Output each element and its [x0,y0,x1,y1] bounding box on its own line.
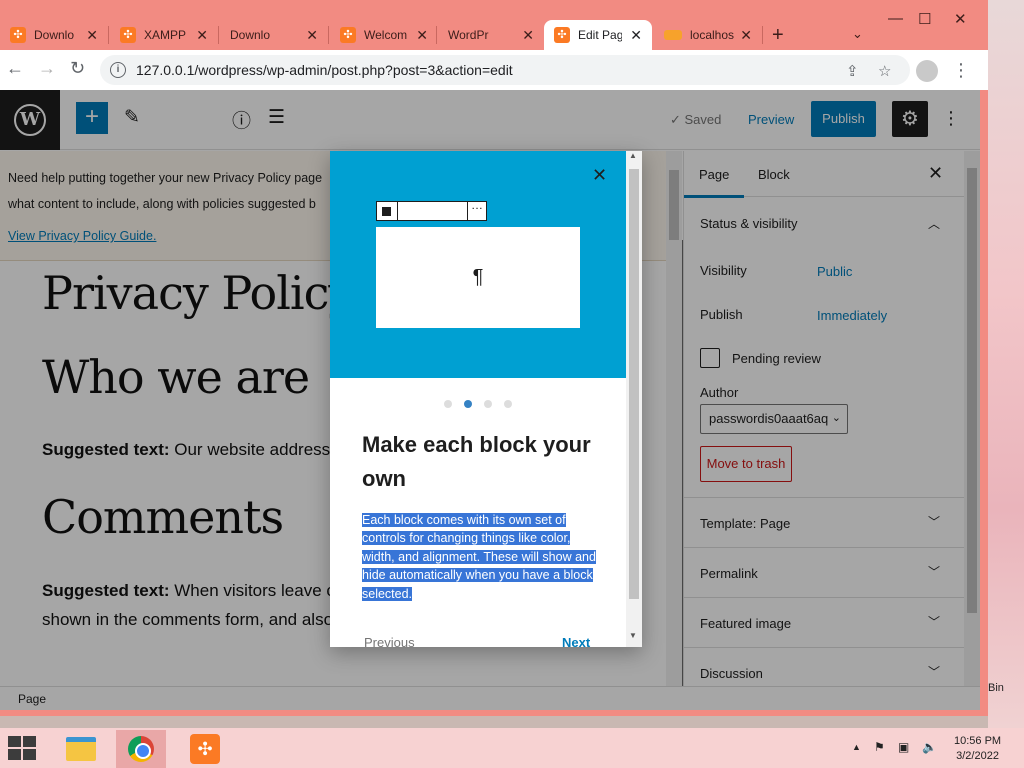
tab-2[interactable]: Downlo ✕ [220,20,328,124]
desktop-wallpaper [988,0,1024,728]
chrome-icon [128,736,154,762]
file-explorer-taskbar-button[interactable] [56,730,106,768]
tab-label: XAMPP [144,28,187,42]
paragraph-block-illustration: ¶ [376,227,580,328]
tab-search-chevron-icon[interactable]: ⌄ [852,26,863,42]
windows-taskbar: ✣ ▲ ⚑ ▣ 🔈 10:56 PM 3/2/2022 [0,728,1024,768]
tab-5-active[interactable]: Edit Pag ✕ [544,20,652,50]
page-dot[interactable] [504,400,512,408]
close-tab-icon[interactable]: ✕ [306,27,318,44]
show-hidden-icons-icon[interactable]: ▲ [852,742,861,752]
browser-toolbar: ← → ↻ i 127.0.0.1/wordpress/wp-admin/pos… [0,50,988,90]
xampp-icon: ✣ [190,734,220,764]
bookmark-star-icon[interactable]: ☆ [878,62,891,80]
close-tab-icon[interactable]: ✕ [522,27,534,44]
volume-muted-icon[interactable]: 🔈 [922,740,937,754]
site-info-icon[interactable]: i [110,62,126,78]
tab-label: Edit Pag [578,28,622,42]
tab-label: WordPr [448,28,489,42]
scroll-down-arrow-icon[interactable]: ▼ [629,631,637,640]
action-center-flag-icon[interactable]: ⚑ [874,740,885,754]
reload-icon[interactable]: ↻ [70,58,85,79]
block-toolbar-illustration: … [376,198,487,221]
phpmyadmin-icon [664,30,682,40]
tab-1[interactable]: XAMPP ✕ [110,20,218,50]
tab-0[interactable]: Downlo ✕ [0,20,108,50]
tab-6[interactable]: localhos ✕ [654,20,762,50]
guide-page-dots [444,400,512,408]
back-arrow-icon[interactable]: ← [6,58,24,79]
next-button[interactable]: Next [562,635,590,647]
profile-avatar-icon[interactable] [916,60,938,82]
modal-scrollbar-thumb[interactable] [629,169,639,599]
scroll-up-arrow-icon[interactable]: ▲ [629,151,637,160]
xampp-icon [554,27,570,43]
close-tab-icon[interactable]: ✕ [196,27,208,44]
chrome-taskbar-button[interactable] [116,730,166,768]
modal-overlay-top [0,90,980,150]
file-explorer-icon [66,737,96,761]
maximize-button[interactable]: ☐ [918,10,931,28]
welcome-guide-modal: ✕ … ¶ Make each block your own Each bloc… [330,151,642,647]
page-dot-current[interactable] [464,400,472,408]
close-tab-icon[interactable]: ✕ [86,27,98,44]
network-icon[interactable]: ▣ [898,740,909,754]
xampp-icon [10,27,26,43]
tab-label: Downlo [230,28,271,42]
tab-strip: Downlo ✕ XAMPP ✕ Downlo ✕ Welcom ✕ WordP… [0,0,988,124]
forward-arrow-icon[interactable]: → [38,58,56,79]
share-icon[interactable]: ⇪ [846,62,859,80]
guide-body-selected: Each block comes with its own set of con… [362,513,596,601]
page-dot[interactable] [484,400,492,408]
tab-4[interactable]: WordPr ✕ [438,20,544,124]
page-dot[interactable] [444,400,452,408]
close-tab-icon[interactable]: ✕ [630,27,642,44]
url-text[interactable]: 127.0.0.1/wordpress/wp-admin/post.php?po… [136,62,513,78]
clock-date: 3/2/2022 [956,750,999,762]
tab-label: Welcom [364,28,408,42]
previous-button[interactable]: Previous [364,635,415,647]
xampp-taskbar-button[interactable]: ✣ [180,730,230,768]
close-guide-icon[interactable]: ✕ [592,165,607,186]
minimize-button[interactable]: — [888,10,903,27]
tab-3[interactable]: Welcom ✕ [330,20,438,50]
recycle-bin-label[interactable]: Bin [988,682,1004,694]
guide-heading: Make each block your own [362,432,591,491]
guide-body-text: Each block comes with its own set of con… [362,511,602,603]
clock-time: 10:56 PM [954,735,1002,747]
guide-illustration: ✕ … ¶ [330,151,626,378]
tab-label: Downlo [34,28,75,42]
windows-start-icon[interactable] [8,736,38,760]
xampp-icon [340,27,356,43]
close-window-button[interactable]: ✕ [954,10,967,28]
chrome-window: Downlo ✕ XAMPP ✕ Downlo ✕ Welcom ✕ WordP… [0,0,988,716]
tab-label: localhos [690,28,734,42]
browser-menu-icon[interactable]: ⋮ [952,60,970,81]
system-clock[interactable]: 10:56 PM 3/2/2022 [954,734,1001,764]
new-tab-button[interactable]: + [772,24,784,47]
xampp-icon [120,27,136,43]
address-bar[interactable]: i 127.0.0.1/wordpress/wp-admin/post.php?… [100,55,910,85]
close-tab-icon[interactable]: ✕ [740,27,752,44]
close-tab-icon[interactable]: ✕ [416,27,428,44]
